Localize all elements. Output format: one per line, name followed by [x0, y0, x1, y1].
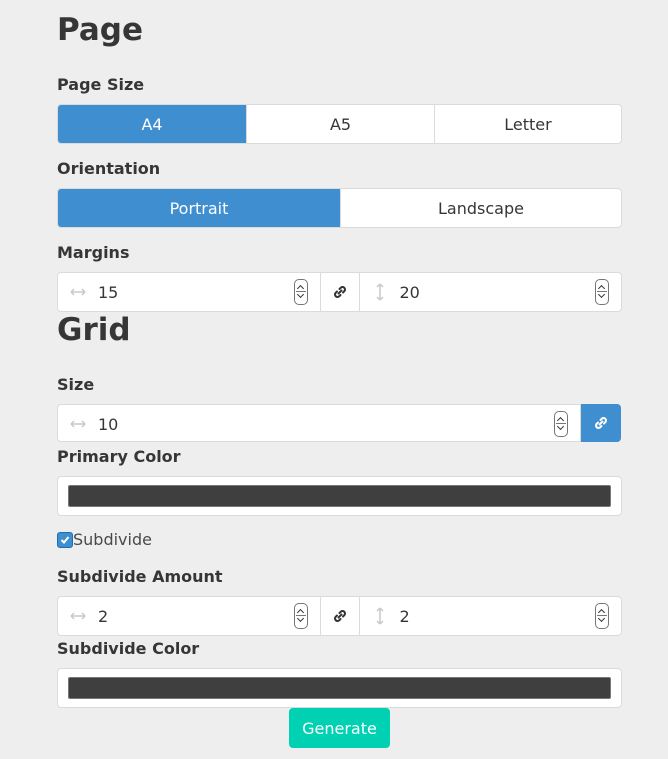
- link-icon: [333, 610, 346, 622]
- grid-size-value: 10: [98, 414, 119, 434]
- subdivide-link-button[interactable]: [319, 597, 360, 635]
- page-size-a4-option[interactable]: A4: [58, 105, 246, 143]
- orientation-selector: Portrait Landscape: [57, 188, 622, 228]
- subdivide-horizontal-value: 2: [98, 606, 109, 626]
- arrows-horizontal-icon: [68, 405, 88, 443]
- grid-size-input[interactable]: 10: [57, 404, 581, 442]
- subdivide-checkbox[interactable]: [57, 531, 73, 548]
- margin-horizontal-value: 15: [98, 282, 119, 302]
- subdivide-horizontal-input[interactable]: 2: [58, 597, 320, 635]
- page-size-letter-option[interactable]: Letter: [434, 105, 621, 143]
- arrows-horizontal-icon: [68, 597, 88, 635]
- subdivide-color-label: Subdivide Color: [57, 639, 200, 658]
- margin-horizontal-stepper[interactable]: [293, 279, 308, 305]
- grid-size-input-group: 10: [57, 404, 621, 442]
- grid-size-stepper[interactable]: [554, 411, 568, 437]
- subdivide-checkbox-row[interactable]: Subdivide: [57, 530, 152, 549]
- grid-size-link-button[interactable]: [581, 404, 621, 442]
- orientation-label: Orientation: [57, 159, 161, 178]
- primary-color-input[interactable]: [57, 476, 622, 516]
- margin-vertical-stepper[interactable]: [595, 279, 609, 305]
- subdivide-amount-label: Subdivide Amount: [57, 567, 223, 586]
- subdivide-vertical-input[interactable]: 2: [360, 597, 622, 635]
- subdivide-amount-inputs: 2 2: [57, 596, 622, 636]
- arrows-vertical-icon: [370, 273, 390, 311]
- margins-inputs: 15 20: [57, 272, 622, 312]
- arrows-horizontal-icon: [68, 273, 88, 311]
- margin-vertical-input[interactable]: 20: [360, 273, 622, 311]
- subdivide-label: Subdivide: [73, 530, 152, 549]
- orientation-landscape-option[interactable]: Landscape: [340, 189, 621, 227]
- page-size-a5-option[interactable]: A5: [246, 105, 434, 143]
- primary-color-swatch: [68, 485, 611, 507]
- margins-label: Margins: [57, 243, 130, 262]
- margins-link-button[interactable]: [319, 273, 360, 311]
- primary-color-label: Primary Color: [57, 447, 181, 466]
- grid-heading: Grid: [57, 312, 131, 348]
- margin-horizontal-input[interactable]: 15: [58, 273, 320, 311]
- subdivide-color-input[interactable]: [57, 668, 622, 708]
- arrows-vertical-icon: [370, 597, 390, 635]
- page-heading: Page: [57, 12, 144, 48]
- subdivide-horizontal-stepper[interactable]: [293, 603, 308, 629]
- subdivide-color-swatch: [68, 677, 611, 699]
- page-size-selector: A4 A5 Letter: [57, 104, 622, 144]
- generate-button[interactable]: Generate: [289, 708, 390, 748]
- checkmark-icon: [60, 535, 70, 544]
- grid-size-label: Size: [57, 375, 95, 394]
- orientation-portrait-option[interactable]: Portrait: [58, 189, 340, 227]
- subdivide-vertical-value: 2: [399, 606, 410, 626]
- link-icon: [595, 417, 607, 429]
- subdivide-vertical-stepper[interactable]: [595, 603, 609, 629]
- link-icon: [333, 286, 346, 298]
- margin-vertical-value: 20: [399, 282, 420, 302]
- page-size-label: Page Size: [57, 75, 145, 94]
